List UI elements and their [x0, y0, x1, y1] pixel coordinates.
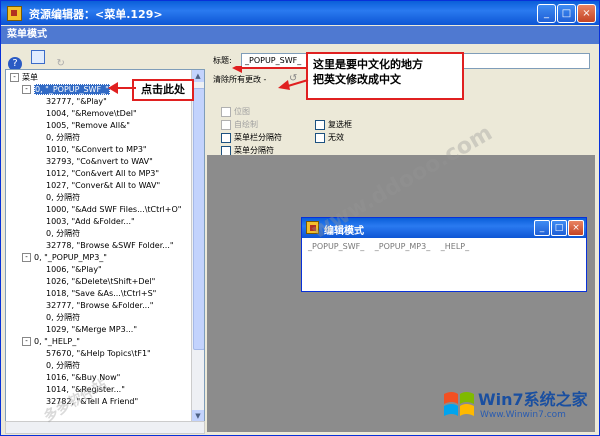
arrow-to-title-icon — [232, 66, 309, 90]
tree-item[interactable]: 32793, "Co&nvert to WAV" — [46, 156, 153, 168]
tree-item[interactable]: 1000, "&Add SWF Files...\tCtrl+O" — [46, 204, 181, 216]
tree-item-label: 32778, "Browse &SWF Folder..." — [46, 241, 174, 250]
collapse-icon[interactable]: - — [22, 253, 31, 262]
tree-item[interactable]: 1005, "Remove All&" — [46, 120, 130, 132]
tree-item[interactable]: -0, "_HELP_" — [22, 336, 80, 348]
mode-bar: 菜单模式 — [1, 26, 599, 44]
window-title: 资源编辑器：<菜单.129> — [29, 8, 163, 21]
tree-item[interactable]: 32778, "Browse &SWF Folder..." — [46, 240, 174, 252]
image-icon[interactable] — [30, 50, 45, 64]
tree-item[interactable]: 32777, "Browse &Folder..." — [46, 300, 153, 312]
tree-item[interactable]: -0, "_POPUP_MP3_" — [22, 252, 107, 264]
tree-item[interactable]: 1026, "&Delete\tShift+Del" — [46, 276, 155, 288]
close-button[interactable]: × — [577, 4, 596, 23]
tree-item[interactable]: 1004, "&Remove\tDel" — [46, 108, 137, 120]
tree-item-label: 1005, "Remove All&" — [46, 121, 130, 130]
tree-item-label: 1004, "&Remove\tDel" — [46, 109, 137, 118]
disabled-checkbox[interactable]: 无效 — [315, 132, 344, 143]
checkbox-checkbox[interactable]: 复选框 — [315, 119, 352, 130]
tree-item-label: 0, 分隔符 — [46, 229, 81, 238]
arrow-left-icon — [108, 82, 136, 94]
tree-item[interactable]: 32777, "&Play" — [46, 96, 107, 108]
edit-menu-item[interactable]: _HELP_ — [441, 242, 469, 251]
menu-tree[interactable]: - 菜单 -0, "_POPUP_SWF_" 32777, "&Play" 1004,… — [5, 69, 205, 423]
tree-item-label: 0, 分隔符 — [46, 313, 81, 322]
tree-item-label: 0, 分隔符 — [46, 361, 81, 370]
tree-item-label: 32793, "Co&nvert to WAV" — [46, 157, 153, 166]
tree-item[interactable]: 57670, "&Help Topics\tF1" — [46, 348, 151, 360]
tree-root[interactable]: - 菜单 — [10, 72, 38, 84]
scroll-thumb[interactable] — [193, 88, 204, 350]
app-icon — [7, 6, 22, 21]
minimize-button[interactable]: _ — [537, 4, 556, 23]
tree-item[interactable]: 1006, "&Play" — [46, 264, 102, 276]
tree-item[interactable]: 0, 分隔符 — [46, 228, 80, 240]
note-line-2: 把英文修改成中文 — [313, 73, 401, 86]
edit-minimize-button[interactable]: _ — [534, 220, 550, 236]
maximize-button[interactable]: □ — [557, 4, 576, 23]
tree-item[interactable]: 0, 分隔符 — [46, 132, 80, 144]
tree-item[interactable]: 1003, "Add &Folder..." — [46, 216, 135, 228]
tree-item-label: 0, "_POPUP_MP3_" — [34, 253, 107, 262]
tree-item-label: 0, "_HELP_" — [34, 337, 80, 346]
edit-maximize-button[interactable]: □ — [551, 220, 567, 236]
title-bar[interactable]: 资源编辑器：<菜单.129> _ □ × — [1, 1, 599, 25]
title-label: 标题: — [213, 56, 232, 65]
tree-item-label: 1027, "Conver&t All to WAV" — [46, 181, 161, 190]
note-line-1: 这里是要中文化的地方 — [313, 58, 423, 71]
tree-item-label: 1003, "Add &Folder..." — [46, 217, 135, 226]
logo-url: Www.Winwin7.com — [480, 410, 566, 420]
windows-logo-icon — [444, 392, 474, 416]
edit-menu-item[interactable]: _POPUP_SWF_ — [308, 242, 364, 251]
tree-item-label: 1012, "Con&vert All to MP3" — [46, 169, 160, 178]
tree-item[interactable]: 1010, "&Convert to MP3" — [46, 144, 147, 156]
tree-vertical-scrollbar[interactable]: ▲ ▼ — [191, 70, 204, 422]
tree-item-label: 1006, "&Play" — [46, 265, 102, 274]
tree-item-label: 1016, "&Buy Now" — [46, 373, 121, 382]
menubar-separator-checkbox[interactable]: 菜单栏分隔符 — [221, 132, 282, 143]
tree-item-label: 1026, "&Delete\tShift+Del" — [46, 277, 156, 286]
bitmap-checkbox: 位图 — [221, 106, 250, 117]
owner-draw-checkbox: 自绘制 — [221, 119, 258, 130]
tree-item-label: 1029, "&Merge MP3..." — [46, 325, 138, 334]
tree-item[interactable]: 1018, "Save &As...\tCtrl+S" — [46, 288, 156, 300]
collapse-icon[interactable]: - — [22, 337, 31, 346]
site-logo: Win7系统之家 Www.Winwin7.com — [436, 382, 596, 432]
tree-item[interactable]: 0, 分隔符 — [46, 192, 80, 204]
tree-item-label: 0, 分隔符 — [46, 133, 81, 142]
tree-item[interactable]: 1027, "Conver&t All to WAV" — [46, 180, 160, 192]
tree-item-label: 57670, "&Help Topics\tF1" — [46, 349, 151, 358]
tree-item-label: 1000, "&Add SWF Files...\tCtrl+O" — [46, 205, 182, 214]
collapse-icon[interactable]: - — [22, 85, 31, 94]
tree-item[interactable]: 1012, "Con&vert All to MP3" — [46, 168, 159, 180]
tree-item-label: 0, 分隔符 — [46, 193, 81, 202]
tree-root-label: 菜单 — [22, 73, 38, 82]
tree-item[interactable]: -0, "_POPUP_SWF_" — [22, 84, 110, 96]
tree-horizontal-scrollbar[interactable] — [5, 421, 205, 434]
tree-item[interactable]: 1029, "&Merge MP3..." — [46, 324, 137, 336]
tree-item[interactable]: 0, 分隔符 — [46, 360, 80, 372]
edit-menu-item[interactable]: _POPUP_MP3_ — [375, 242, 430, 251]
edit-close-button[interactable]: × — [568, 220, 584, 236]
tree-item-label: 32777, "Browse &Folder..." — [46, 301, 154, 310]
collapse-icon[interactable]: - — [10, 73, 19, 82]
tree-item[interactable]: 0, 分隔符 — [46, 312, 80, 324]
click-here-annotation: 点击此处 — [132, 79, 194, 101]
note-annotation: 这里是要中文化的地方 把英文修改成中文 — [306, 52, 464, 100]
tree-item-label: 1018, "Save &As...\tCtrl+S" — [46, 289, 157, 298]
toolbar: ? ↻ — [5, 48, 205, 71]
edit-menu-bar: _POPUP_SWF_ _POPUP_MP3_ _HELP_ — [308, 242, 477, 251]
logo-text: Win7系统之家 — [478, 390, 588, 409]
tree-item-label: 0, "_POPUP_SWF_" — [34, 84, 110, 95]
tree-item-label: 32777, "&Play" — [46, 97, 107, 106]
tree-item-label: 1010, "&Convert to MP3" — [46, 145, 147, 154]
